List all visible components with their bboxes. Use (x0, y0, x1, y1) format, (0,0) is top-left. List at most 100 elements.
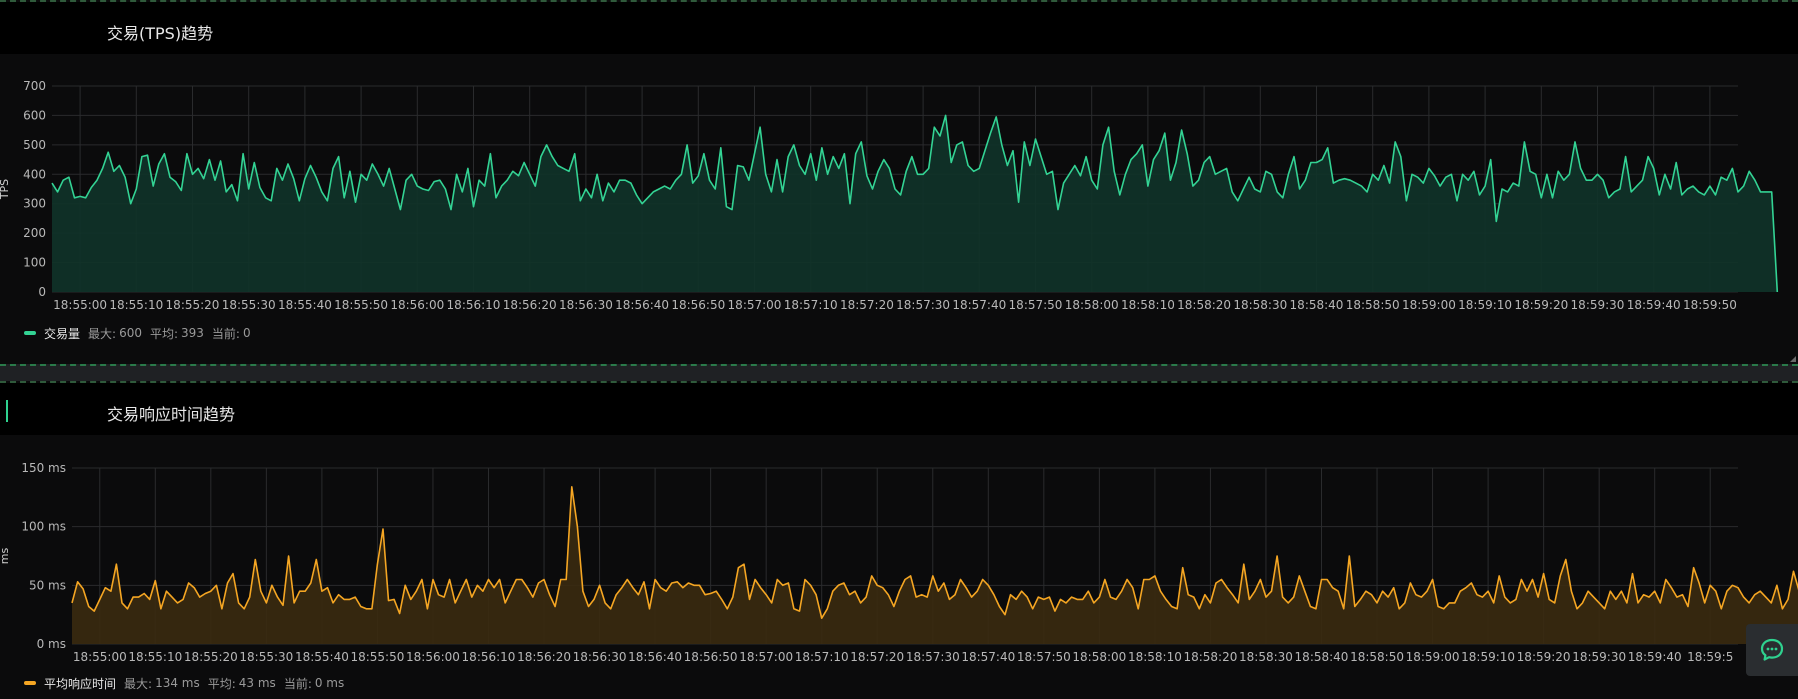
rt-x-tick-label: 18:59:20 (1517, 650, 1571, 664)
rt-panel: 交易响应时间趋势 0 ms 50 ms 100 ms 150 ms 18:55:00 18… (0, 381, 1798, 699)
tps-y-tick-label: 200 (23, 226, 46, 240)
rt-x-tick-label: 18:57:10 (795, 650, 849, 664)
rt-legend-max-label: 最大: (124, 676, 153, 691)
rt-x-tick-label: 18:59:40 (1628, 650, 1682, 664)
tps-legend-max-label: 最大: (88, 326, 117, 341)
rt-x-tick-label: 18:55:50 (350, 650, 404, 664)
rt-legend-cur: 0 ms (314, 676, 345, 690)
tps-y-tick-label: 300 (23, 197, 46, 211)
rt-x-tick-label: 18:59:10 (1461, 650, 1515, 664)
rt-x-tick-label: 18:56:00 (406, 650, 460, 664)
tps-y-tick-label: 700 (23, 79, 46, 93)
rt-x-tick-label: 18:59:00 (1406, 650, 1460, 664)
rt-y-tick-label: 100 ms (21, 520, 66, 534)
help-chat-button[interactable] (1746, 624, 1798, 676)
tps-x-tick-label: 18:56:20 (503, 298, 557, 312)
rt-x-tick-label: 18:55:10 (128, 650, 182, 664)
tps-x-tick-label: 18:55:40 (278, 298, 332, 312)
tps-x-tick-label: 18:57:00 (728, 298, 782, 312)
rt-x-tick-label: 18:56:10 (462, 650, 516, 664)
tps-x-tick-label: 18:58:40 (1290, 298, 1344, 312)
tps-x-tick-label: 18:57:50 (1009, 298, 1063, 312)
tps-x-tick-label: 18:56:10 (447, 298, 501, 312)
rt-y-tick-label: 150 ms (21, 461, 66, 475)
rt-x-tick-label: 18:56:20 (517, 650, 571, 664)
rt-y-tick-label: 0 ms (37, 637, 66, 651)
tps-x-tick-label: 18:55:00 (53, 298, 107, 312)
tps-series-area (52, 115, 1778, 293)
rt-legend-avg-label: 平均: (207, 676, 236, 691)
rt-legend-name: 平均响应时间 (44, 676, 117, 691)
rt-x-tick-label: 18:56:40 (628, 650, 682, 664)
tps-x-tick-label: 18:56:00 (390, 298, 444, 312)
tps-x-tick-label: 18:59:20 (1514, 298, 1568, 312)
rt-x-tick-label: 18:56:30 (573, 650, 627, 664)
tps-panel-resize-handle[interactable] (1790, 356, 1796, 362)
tps-legend-avg: 393 (181, 326, 204, 340)
rt-x-tick-label: 18:57:50 (1017, 650, 1071, 664)
tps-x-tick-label: 18:55:10 (109, 298, 163, 312)
tps-x-tick-label: 18:57:20 (840, 298, 894, 312)
tps-y-tick-label: 0 (38, 285, 46, 299)
tps-x-tick-label: 18:58:20 (1177, 298, 1231, 312)
tps-x-tick-label: 18:56:40 (615, 298, 669, 312)
rt-y-tick-label: 50 ms (29, 578, 66, 592)
tps-chart: 010020030040050060070018:55:00 18:55:10 18… (0, 79, 1779, 312)
rt-x-tick-label: 18:55:20 (184, 650, 238, 664)
tps-x-tick-label: 18:59:50 (1683, 298, 1737, 312)
tps-y-tick-label: 100 (23, 256, 46, 270)
rt-legend-max: 134 ms (155, 676, 200, 690)
tps-legend-name: 交易量 (44, 326, 81, 341)
rt-x-tick-label: 18:58:10 (1128, 650, 1182, 664)
tps-y-tick-label: 600 (23, 108, 46, 122)
tps-x-tick-label: 18:59:00 (1402, 298, 1456, 312)
rt-x-tick-label: 18:59:30 (1572, 650, 1626, 664)
rt-legend-swatch (24, 681, 36, 685)
rt-x-tick-label: 18:55:00 (73, 650, 127, 664)
rt-x-tick-label: 18:58:30 (1239, 650, 1293, 664)
tps-x-tick-label: 18:55:30 (222, 298, 276, 312)
tps-panel: 交易(TPS)趋势 0 100 200 300 400 500 600 700 18:55:00… (0, 0, 1798, 364)
rt-x-tick-label: 18:58:50 (1350, 650, 1404, 664)
tps-x-tick-label: 18:56:30 (559, 298, 613, 312)
tps-x-tick-label: 18:57:30 (896, 298, 950, 312)
tps-legend-max: 600 (119, 326, 142, 340)
rt-x-tick-label: 18:56:50 (684, 650, 738, 664)
panel-divider (0, 364, 1798, 381)
rt-x-tick-label: 18:59:5 (1687, 650, 1733, 664)
rt-x-tick-label: 18:58:20 (1183, 650, 1237, 664)
rt-x-tick-label: 18:55:40 (295, 650, 349, 664)
tps-legend-cur: 0 (242, 326, 251, 340)
tps-x-tick-label: 18:58:10 (1121, 298, 1175, 312)
rt-legend-avg: 43 ms (238, 676, 276, 690)
tps-y-axis-title: TPS (0, 179, 11, 200)
tps-x-tick-label: 18:55:20 (166, 298, 220, 312)
tps-x-tick-label: 18:57:40 (952, 298, 1006, 312)
tps-x-tick-label: 18:58:00 (1065, 298, 1119, 312)
rt-x-tick-label: 18:58:00 (1072, 650, 1126, 664)
rt-y-axis-title: ms (0, 548, 11, 565)
tps-x-tick-label: 18:55:50 (334, 298, 388, 312)
rt-legend[interactable]: 平均响应时间 最大: 134 ms 平均: 43 ms 当前: 0 ms (24, 675, 352, 691)
rt-x-tick-label: 18:57:20 (850, 650, 904, 664)
tps-legend[interactable]: 交易量 最大: 600 平均: 393 当前: 0 (24, 325, 259, 341)
rt-legend-cur-label: 当前: (283, 676, 312, 691)
rt-x-tick-label: 18:55:30 (239, 650, 293, 664)
rt-x-tick-label: 18:58:40 (1295, 650, 1349, 664)
tps-x-tick-label: 18:57:10 (784, 298, 838, 312)
tps-legend-avg-label: 平均: (149, 326, 179, 341)
tps-x-tick-label: 18:59:30 (1571, 298, 1625, 312)
tps-y-tick-label: 400 (23, 167, 46, 181)
tps-x-tick-label: 18:59:40 (1627, 298, 1681, 312)
rt-x-tick-label: 18:57:40 (961, 650, 1015, 664)
rt-x-tick-label: 18:57:00 (739, 650, 793, 664)
rt-series-area (72, 486, 1798, 644)
rt-x-tick-label: 18:57:30 (906, 650, 960, 664)
tps-x-tick-label: 18:56:50 (671, 298, 725, 312)
rt-chart: 0 ms50 ms100 ms150 ms18:55:00 18:55:10 18:… (0, 461, 1798, 664)
tps-x-tick-label: 18:59:10 (1458, 298, 1512, 312)
tps-legend-swatch (24, 331, 36, 335)
dashboard-page: 交易(TPS)趋势 0 100 200 300 400 500 600 700 18:55:00… (0, 0, 1798, 699)
tps-legend-cur-label: 当前: (211, 326, 240, 341)
tps-x-tick-label: 18:58:30 (1233, 298, 1287, 312)
